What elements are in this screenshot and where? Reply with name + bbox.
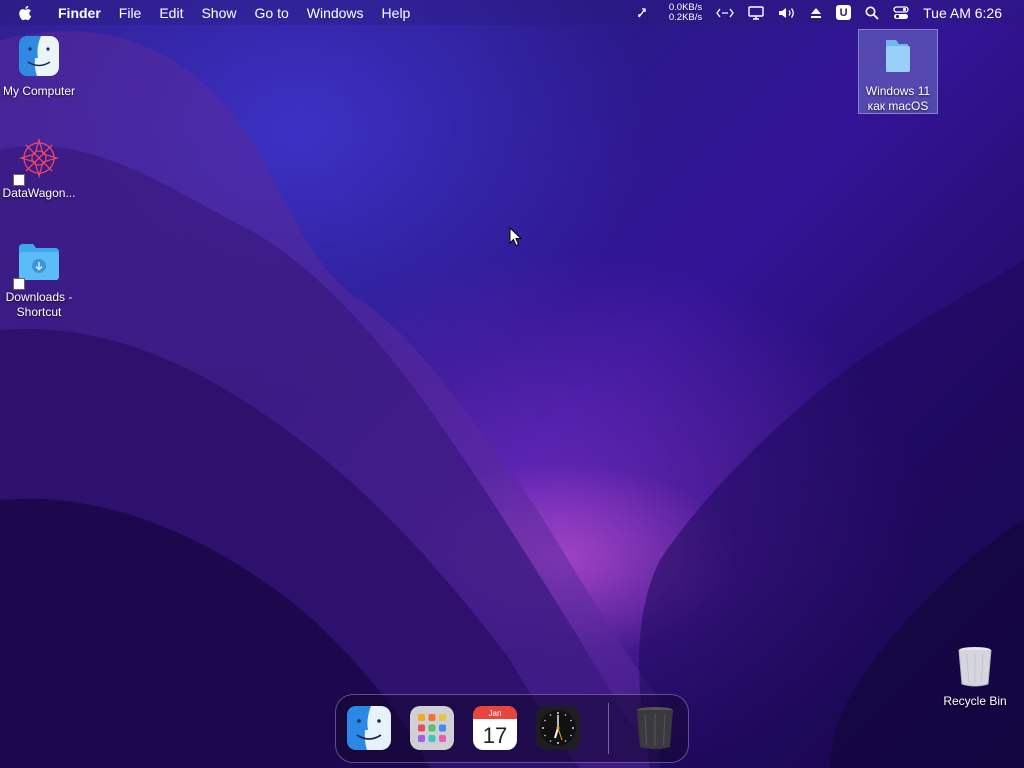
desktop-icon-downloads-shortcut[interactable]: Downloads - Shortcut [0,240,78,320]
desktop-icon-label: Downloads - Shortcut [5,290,73,319]
menu-show[interactable]: Show [201,5,236,21]
desktop-icon-windows11-macos[interactable]: Windows 11 как macOS [858,29,938,114]
recycle-bin-icon [953,644,997,688]
desktop-icon-my-computer[interactable]: My Computer [0,34,78,99]
volume-icon[interactable] [778,6,796,20]
calendar-day: 17 [483,723,507,748]
finder-icon [17,34,61,78]
shuffle-arrows-icon[interactable] [637,7,647,19]
desktop-icon-label: DataWagon... [2,186,76,200]
folder-icon [876,34,920,78]
menu-bar: Finder File Edit Show Go to Windows Help… [0,0,1024,25]
dock-calendar[interactable]: Jan 17 [472,705,518,751]
control-center-icon[interactable] [893,5,909,20]
dock-finder[interactable] [346,705,392,751]
network-speed: 0.0KB/s 0.2KB/s [668,1,703,23]
shortcut-arrow-icon [13,278,25,290]
mouse-cursor-icon [509,227,523,247]
status-tray: 0.0KB/s 0.2KB/s U Tue AM 6:26 [637,0,1024,25]
finder-icon [347,706,391,750]
display-icon[interactable] [748,5,764,20]
code-arrows-icon[interactable] [716,7,734,19]
menu-help[interactable]: Help [382,5,411,21]
trash-icon [637,707,673,749]
calendar-icon: Jan 17 [473,706,517,750]
shortcut-arrow-icon [13,174,25,186]
net-down-speed: 0.2KB/s [668,11,703,23]
eject-icon[interactable] [810,7,822,19]
u-badge-icon[interactable]: U [836,5,852,20]
search-icon[interactable] [865,6,879,20]
menu-windows[interactable]: Windows [307,5,364,21]
desktop-icon-label: Recycle Bin [943,694,1007,708]
menu-go-to[interactable]: Go to [255,5,289,21]
clock-icon [536,706,580,750]
menu-clock[interactable]: Tue AM 6:26 [923,5,1002,21]
dock-trash[interactable] [632,705,678,751]
dock-launchpad[interactable] [409,705,455,751]
desktop-icon-label: Windows 11 как macOS [865,84,931,113]
calendar-month: Jan [489,709,502,718]
u-badge-letter: U [836,5,852,20]
desktop-wallpaper [0,31,1024,768]
apple-icon[interactable] [18,5,42,21]
datawagon-app-icon [13,136,61,186]
downloads-folder-icon [13,240,61,290]
dock: Jan 17 [335,694,689,763]
dock-clock[interactable] [535,705,581,751]
menu-file[interactable]: File [119,5,142,21]
menu-edit[interactable]: Edit [159,5,183,21]
menu-app-name[interactable]: Finder [58,5,101,21]
launchpad-icon [410,706,454,750]
dock-separator [608,703,609,754]
desktop-icon-datawagon[interactable]: DataWagon... [0,136,78,201]
desktop-icon-label: My Computer [2,84,76,98]
desktop-icon-recycle-bin[interactable]: Recycle Bin [936,644,1014,709]
net-up-speed: 0.0KB/s [668,1,703,13]
